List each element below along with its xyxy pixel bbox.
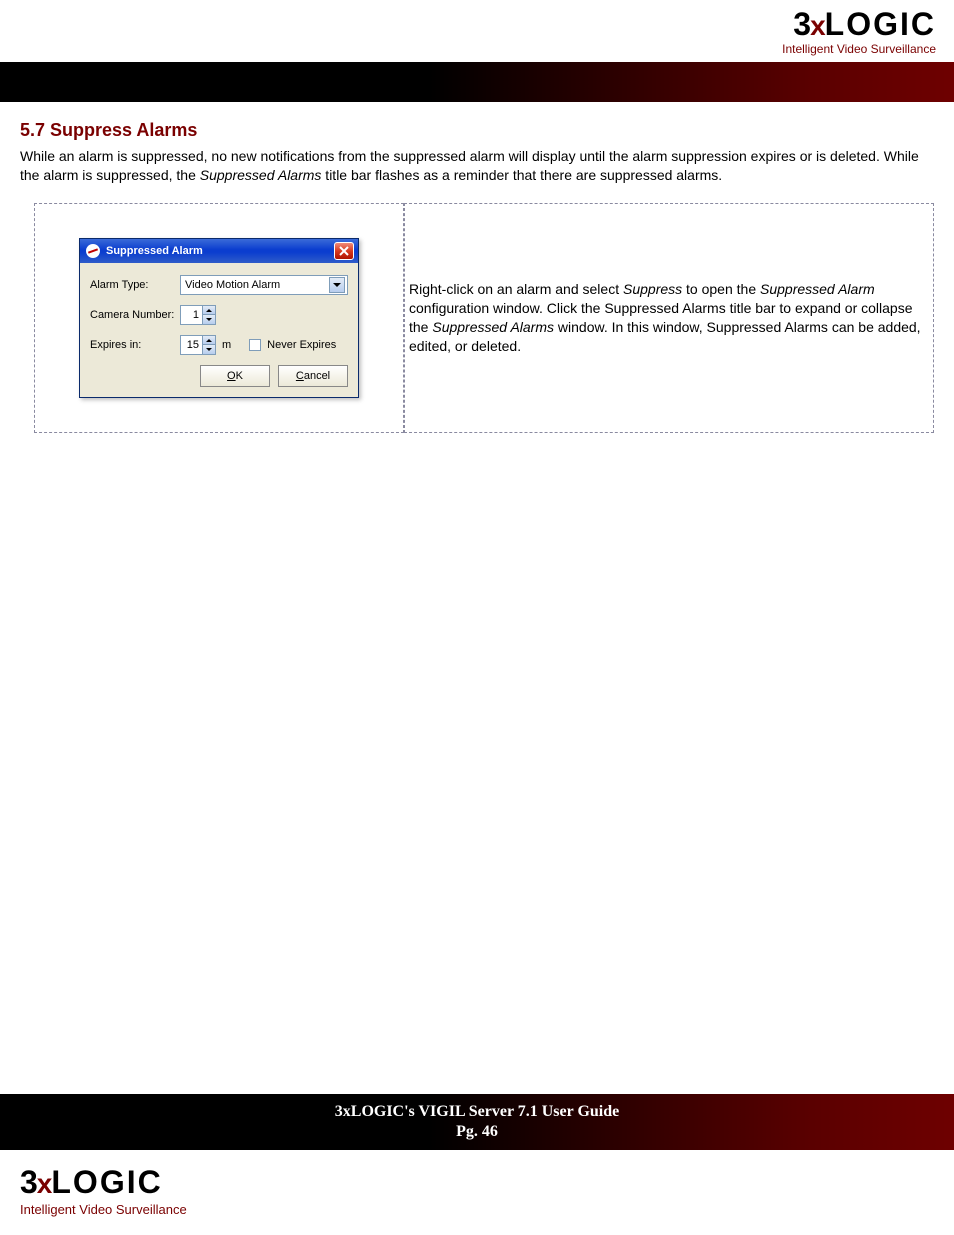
spin-up-icon[interactable] [203,336,215,346]
dialog-title: Suppressed Alarm [106,245,203,257]
figure-row: Suppressed Alarm Alarm Type: Video Motio… [34,203,934,433]
label-alarm-type: Alarm Type: [90,279,180,291]
logo-part-x: x [37,1168,52,1199]
select-alarm-type[interactable]: Video Motion Alarm [180,275,348,295]
logo-part-logic: LOGIC [51,1164,162,1200]
header-gradient-bar [0,62,954,102]
instruction-italic1: Suppress [623,281,682,297]
logo-part-logic: LOGIC [825,6,936,42]
label-expires-in: Expires in: [90,339,180,351]
instruction-seg2: to open the [682,281,760,297]
spinner-expires-in[interactable]: 15 [180,335,216,355]
brand-tagline-footer: Intelligent Video Surveillance [20,1202,187,1217]
section-body: While an alarm is suppressed, no new not… [20,147,934,185]
spinner-camera-number[interactable]: 1 [180,305,216,325]
select-alarm-type-value: Video Motion Alarm [185,279,280,291]
suppressed-alarm-dialog: Suppressed Alarm Alarm Type: Video Motio… [79,238,359,398]
row-alarm-type: Alarm Type: Video Motion Alarm [90,275,348,295]
close-button[interactable] [334,242,354,260]
no-entry-icon [86,244,100,258]
dialog-button-row: OK Cancel [90,365,348,387]
spin-up-icon[interactable] [203,306,215,316]
checkbox-never-expires[interactable] [249,339,261,351]
footer-title: 3xLOGIC's VIGIL Server 7.1 User Guide [335,1103,619,1121]
spinner-buttons [202,306,215,324]
row-camera-number: Camera Number: 1 [90,305,348,325]
chevron-down-icon[interactable] [329,277,345,293]
instruction-italic3: Suppressed Alarms [432,319,554,335]
spinner-camera-number-value: 1 [181,306,202,324]
cancel-button[interactable]: Cancel [278,365,348,387]
footer-page: Pg. 46 [456,1123,498,1141]
instruction-italic2: Suppressed Alarm [760,281,875,297]
brand-tagline: Intelligent Video Surveillance [782,42,936,56]
expires-unit: m [222,339,231,351]
spinner-buttons [202,336,215,354]
spin-down-icon[interactable] [203,315,215,324]
ok-button-label: OK [227,370,243,382]
close-icon [339,246,349,256]
logo-part-3: 3 [793,6,810,42]
instruction-seg1: Right-click on an alarm and select [409,281,623,297]
brand-logo-footer: 3xLOGIC [20,1166,163,1198]
body-text-post: title bar flashes as a reminder that the… [321,167,722,183]
label-never-expires: Never Expires [267,339,336,351]
row-expires-in: Expires in: 15 m Never Expires [90,335,348,355]
brand-logo: 3xLOGIC [793,8,936,40]
footer-logo-block: 3xLOGIC Intelligent Video Surveillance [20,1166,187,1217]
label-camera-number: Camera Number: [90,309,180,321]
footer-bar: 3xLOGIC's VIGIL Server 7.1 User Guide Pg… [0,1094,954,1150]
section-heading: 5.7 Suppress Alarms [20,120,934,141]
instruction-text: Right-click on an alarm and select Suppr… [409,280,929,356]
content-area: 5.7 Suppress Alarms While an alarm is su… [20,120,934,433]
dialog-titlebar[interactable]: Suppressed Alarm [80,239,358,263]
logo-part-3: 3 [20,1164,37,1200]
logo-part-x: x [810,10,825,41]
spin-down-icon[interactable] [203,345,215,354]
header-logo-block: 3xLOGIC Intelligent Video Surveillance [782,8,936,56]
dialog-body: Alarm Type: Video Motion Alarm Camera Nu… [80,263,358,397]
spinner-expires-in-value: 15 [181,336,202,354]
ok-button[interactable]: OK [200,365,270,387]
figure-caption-cell: Right-click on an alarm and select Suppr… [404,203,934,433]
cancel-button-label: Cancel [296,370,330,382]
figure-image-cell: Suppressed Alarm Alarm Type: Video Motio… [34,203,404,433]
body-text-italic: Suppressed Alarms [200,167,322,183]
